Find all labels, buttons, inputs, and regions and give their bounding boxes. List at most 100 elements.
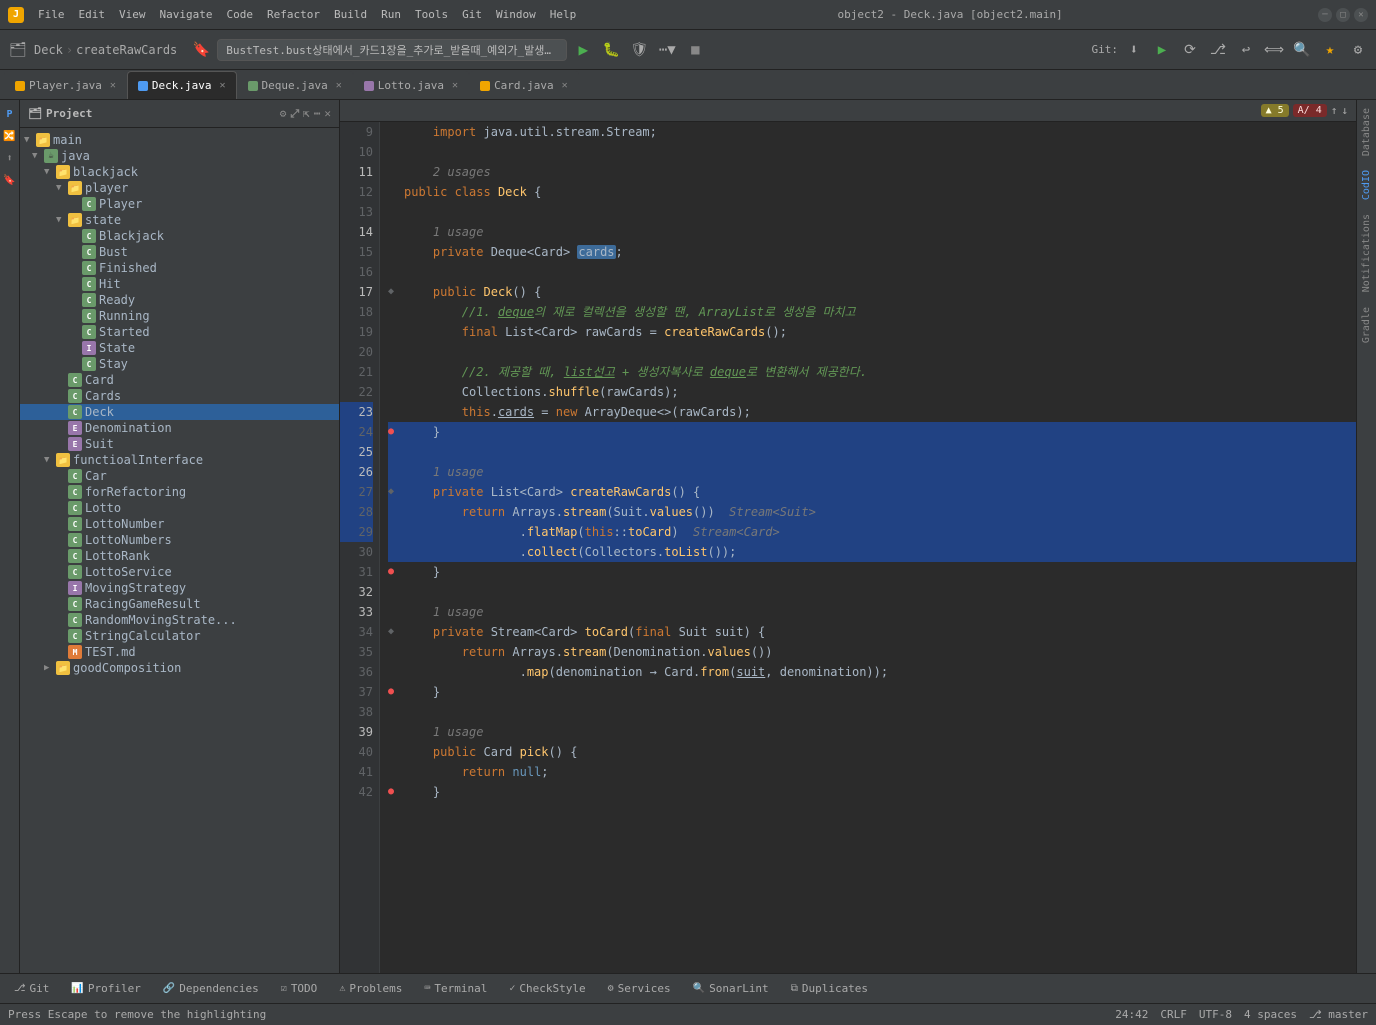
tree-item-deck[interactable]: C Deck	[20, 404, 339, 420]
bottom-tab-problems[interactable]: ⚠ Problems	[329, 978, 412, 999]
debug-button[interactable]: 🐛	[599, 38, 623, 62]
tab-close-player[interactable]: ✕	[110, 80, 116, 91]
bottom-tab-services[interactable]: ⚙ Services	[598, 978, 681, 999]
tree-item-card[interactable]: C Card	[20, 372, 339, 388]
tab-close-deck[interactable]: ✕	[220, 80, 226, 91]
right-tool-gradle[interactable]: Gradle	[1359, 303, 1374, 347]
tree-item-denomination[interactable]: E Denomination	[20, 420, 339, 436]
tree-item-lottorank[interactable]: C LottoRank	[20, 548, 339, 564]
tree-item-ready[interactable]: C Ready	[20, 292, 339, 308]
git-merge-button[interactable]: ⎇	[1206, 38, 1230, 62]
right-tool-notifications[interactable]: Notifications	[1359, 210, 1374, 296]
tree-item-suit[interactable]: E Suit	[20, 436, 339, 452]
menu-help[interactable]: Help	[544, 6, 583, 23]
translate-button[interactable]: ⟺	[1262, 38, 1286, 62]
tree-item-stringcalculator[interactable]: C StringCalculator	[20, 628, 339, 644]
menu-edit[interactable]: Edit	[73, 6, 112, 23]
tree-item-main[interactable]: ▼ 📁 main	[20, 132, 339, 148]
tree-item-started[interactable]: C Started	[20, 324, 339, 340]
method-marker-tocard[interactable]: ◆	[388, 622, 404, 642]
git-fetch-button[interactable]: ⬇	[1122, 38, 1146, 62]
tree-item-bust[interactable]: C Bust	[20, 244, 339, 260]
tree-item-racinggameresult[interactable]: C RacingGameResult	[20, 596, 339, 612]
tree-item-blackjack-class[interactable]: C Blackjack	[20, 228, 339, 244]
bottom-tab-sonarlint[interactable]: 🔍 SonarLint	[683, 978, 779, 999]
close-button[interactable]: ✕	[1354, 8, 1368, 22]
menu-view[interactable]: View	[113, 6, 152, 23]
tree-item-functioalinterface[interactable]: ▼ 📁 functioalInterface	[20, 452, 339, 468]
menu-code[interactable]: Code	[220, 6, 259, 23]
menu-build[interactable]: Build	[328, 6, 373, 23]
indent-setting[interactable]: 4 spaces	[1244, 1008, 1297, 1021]
project-icon-button[interactable]: 🗂	[6, 38, 30, 62]
star-button[interactable]: ★	[1318, 38, 1342, 62]
coverage-button[interactable]: 🛡	[627, 38, 651, 62]
tree-item-player-folder[interactable]: ▼ 📁 player	[20, 180, 339, 196]
git-revert-button[interactable]: ↩	[1234, 38, 1258, 62]
bottom-tab-todo[interactable]: ☑ TODO	[271, 978, 328, 999]
panel-expand-icon[interactable]: ⤢	[290, 107, 299, 121]
bottom-tab-terminal[interactable]: ⌨ Terminal	[414, 978, 497, 999]
panel-gear-icon[interactable]: ⚙	[280, 107, 287, 121]
tree-item-randommovingstrate[interactable]: C RandomMovingStrate...	[20, 612, 339, 628]
tree-item-goodcomposition[interactable]: ▶ 📁 goodComposition	[20, 660, 339, 676]
tree-item-stay[interactable]: C Stay	[20, 356, 339, 372]
search-button[interactable]: 🔍	[1290, 38, 1314, 62]
tree-item-car[interactable]: C Car	[20, 468, 339, 484]
tree-item-state-interface[interactable]: I State	[20, 340, 339, 356]
git-pull-button[interactable]: ⟳	[1178, 38, 1202, 62]
window-controls[interactable]: ─ □ ✕	[1318, 8, 1368, 22]
maximize-button[interactable]: □	[1336, 8, 1350, 22]
line-ending[interactable]: CRLF	[1160, 1008, 1187, 1021]
tab-player-java[interactable]: Player.java ✕	[4, 71, 127, 99]
project-tool-icon[interactable]: P	[0, 104, 20, 124]
right-tool-database[interactable]: Database	[1359, 104, 1374, 160]
minimize-button[interactable]: ─	[1318, 8, 1332, 22]
tree-item-hit[interactable]: C Hit	[20, 276, 339, 292]
tree-item-forrefactoring[interactable]: C forRefactoring	[20, 484, 339, 500]
stop-button[interactable]: ■	[683, 38, 707, 62]
cursor-position[interactable]: 24:42	[1115, 1008, 1148, 1021]
menu-run[interactable]: Run	[375, 6, 407, 23]
tab-close-card[interactable]: ✕	[562, 80, 568, 91]
method-marker-deck-constructor[interactable]: ◆	[388, 282, 404, 302]
tree-item-lottoservice[interactable]: C LottoService	[20, 564, 339, 580]
tab-card-java[interactable]: Card.java ✕	[469, 71, 579, 99]
tree-item-state-folder[interactable]: ▼ 📁 state	[20, 212, 339, 228]
tree-item-running[interactable]: C Running	[20, 308, 339, 324]
method-marker-createrawcards[interactable]: ◆	[388, 482, 404, 502]
menu-git[interactable]: Git	[456, 6, 488, 23]
tree-item-movingstrategy[interactable]: I MovingStrategy	[20, 580, 339, 596]
tree-item-finished[interactable]: C Finished	[20, 260, 339, 276]
tab-lotto-java[interactable]: Lotto.java ✕	[353, 71, 469, 99]
pullrequest-tool-icon[interactable]: ⬆	[0, 148, 20, 168]
panel-close-icon[interactable]: ✕	[324, 107, 331, 121]
run-button[interactable]: ▶	[571, 38, 595, 62]
breadcrumb-deck[interactable]: Deck	[34, 43, 63, 57]
bookmark-button[interactable]: 🔖	[189, 38, 213, 62]
tree-item-player-class[interactable]: C Player	[20, 196, 339, 212]
encoding[interactable]: UTF-8	[1199, 1008, 1232, 1021]
tree-item-lottonumber[interactable]: C LottoNumber	[20, 516, 339, 532]
right-tool-codio[interactable]: CodIO	[1359, 166, 1374, 204]
nav-up-icon[interactable]: ↑	[1331, 104, 1338, 117]
bottom-tab-profiler[interactable]: 📊 Profiler	[61, 978, 150, 999]
tree-item-lottonumbers[interactable]: C LottoNumbers	[20, 532, 339, 548]
menu-navigate[interactable]: Navigate	[154, 6, 219, 23]
panel-more-icon[interactable]: ⋯	[314, 107, 321, 121]
bottom-tab-dependencies[interactable]: 🔗 Dependencies	[153, 978, 269, 999]
git-push-button[interactable]: ▶	[1150, 38, 1174, 62]
menu-tools[interactable]: Tools	[409, 6, 454, 23]
git-branch[interactable]: ⎇ master	[1309, 1008, 1368, 1021]
code-content[interactable]: import java.util.stream.Stream; 2 usages…	[380, 122, 1356, 973]
bookmark-tool-icon[interactable]: 🔖	[0, 170, 20, 190]
tree-item-testmd[interactable]: M TEST.md	[20, 644, 339, 660]
tab-deque-java[interactable]: Deque.java ✕	[237, 71, 353, 99]
tree-item-lotto[interactable]: C Lotto	[20, 500, 339, 516]
menu-bar[interactable]: File Edit View Navigate Code Refactor Bu…	[32, 6, 582, 23]
commit-tool-icon[interactable]: 🔀	[0, 126, 20, 146]
bottom-tab-duplicates[interactable]: ⧉ Duplicates	[781, 978, 878, 999]
breadcrumb-method[interactable]: createRawCards	[76, 43, 177, 57]
more-run-button[interactable]: ⋯▼	[655, 38, 679, 62]
tab-close-lotto[interactable]: ✕	[452, 80, 458, 91]
